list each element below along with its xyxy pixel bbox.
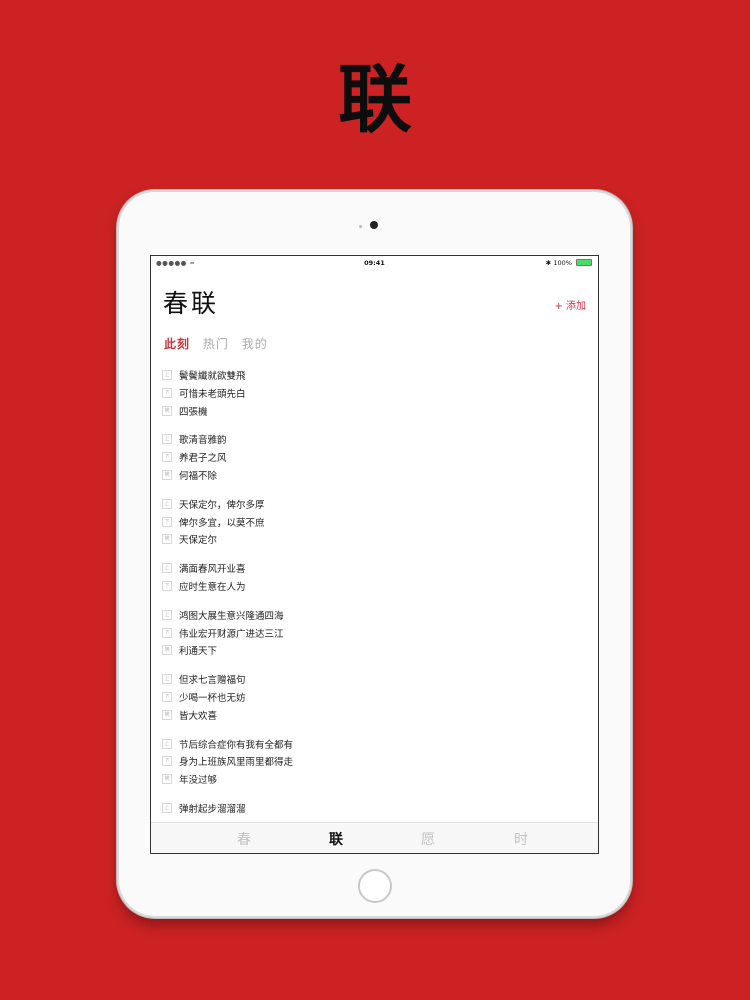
couplet-line: 下养君子之风 bbox=[162, 448, 592, 466]
couplet-line: 上鸿图大展生意兴隆通四海 bbox=[162, 606, 592, 624]
couplet-line-text: 歌清音雅韵 bbox=[179, 435, 227, 447]
line-type-icon: 上 bbox=[162, 674, 172, 685]
line-type-icon: 上 bbox=[162, 738, 172, 749]
line-type-icon: 横 bbox=[162, 405, 172, 416]
couplet-line-text: 应时生意在人为 bbox=[179, 581, 246, 593]
battery-percent: 100% bbox=[553, 259, 572, 267]
couplet-group[interactable]: 上弹射起步溜溜溜 bbox=[162, 799, 592, 817]
hero-character: 联 bbox=[338, 57, 412, 143]
status-right: ✱ 100% bbox=[546, 259, 592, 267]
battery-icon bbox=[576, 259, 592, 266]
couplet-line: 上满面春风开业喜 bbox=[162, 559, 592, 577]
line-type-icon: 上 bbox=[162, 609, 172, 620]
couplet-line: 上但求七言赠福句 bbox=[162, 670, 592, 688]
couplet-line-text: 年没过够 bbox=[179, 775, 218, 787]
line-type-icon: 下 bbox=[162, 756, 172, 767]
home-button[interactable] bbox=[358, 869, 392, 903]
line-type-icon: 下 bbox=[162, 452, 172, 463]
couplet-line: 上节后综合症你有我有全都有 bbox=[162, 735, 592, 753]
couplet-line-text: 俾尔多宜，以莫不庶 bbox=[179, 517, 265, 529]
couplet-line-text: 伟业宏开财源广进达三江 bbox=[179, 628, 284, 640]
line-type-icon: 横 bbox=[162, 534, 172, 545]
status-bar: ●●●●● ≈ 09:41 ✱ 100% bbox=[151, 256, 598, 270]
line-type-icon: 下 bbox=[162, 387, 172, 398]
couplet-line-text: 何福不除 bbox=[179, 470, 218, 482]
couplet-group[interactable]: 上节后综合症你有我有全都有下身为上班族风里雨里都得走横年没过够 bbox=[162, 735, 592, 788]
line-type-icon: 横 bbox=[162, 645, 172, 656]
couplet-list: 上鬢鬢纖就欲雙飛下可惜未老頭先白横四張機上歌清音雅韵下养君子之风横何福不除上天保… bbox=[162, 366, 592, 828]
couplet-line: 上歌清音雅韵 bbox=[162, 430, 592, 448]
couplet-line: 横四張機 bbox=[162, 402, 592, 420]
line-type-icon: 上 bbox=[162, 802, 172, 813]
couplet-line-text: 利通天下 bbox=[179, 646, 218, 658]
line-type-icon: 下 bbox=[162, 627, 172, 638]
line-type-icon: 横 bbox=[162, 709, 172, 720]
couplet-line: 下俾尔多宜，以莫不庶 bbox=[162, 513, 592, 531]
couplet-line-text: 弹射起步溜溜溜 bbox=[179, 803, 246, 815]
line-type-icon: 下 bbox=[162, 516, 172, 527]
ipad-device-frame: ●●●●● ≈ 09:41 ✱ 100% 春联 + 添加 此刻 热门 我的 上鬢… bbox=[119, 192, 630, 916]
couplet-line: 上鬢鬢纖就欲雙飛 bbox=[162, 366, 592, 384]
couplet-group[interactable]: 上但求七言赠福句下少喝一杯也无妨横皆大欢喜 bbox=[162, 670, 592, 723]
couplet-line: 横利通天下 bbox=[162, 641, 592, 659]
app-screen: ●●●●● ≈ 09:41 ✱ 100% 春联 + 添加 此刻 热门 我的 上鬢… bbox=[150, 255, 599, 854]
line-type-icon: 横 bbox=[162, 469, 172, 480]
couplet-line: 横天保定尔 bbox=[162, 530, 592, 548]
couplet-line-text: 少喝一杯也无妨 bbox=[179, 692, 246, 704]
line-type-icon: 横 bbox=[162, 774, 172, 785]
couplet-line-text: 可惜未老頭先白 bbox=[179, 388, 246, 400]
tab-mine[interactable]: 我的 bbox=[242, 335, 268, 352]
couplet-group[interactable]: 上鬢鬢纖就欲雙飛下可惜未老頭先白横四張機 bbox=[162, 366, 592, 419]
tab-now[interactable]: 此刻 bbox=[164, 335, 190, 352]
couplet-line-text: 天保定尔 bbox=[179, 535, 218, 547]
add-button[interactable]: + 添加 bbox=[554, 297, 586, 312]
couplet-line-text: 四張機 bbox=[179, 406, 208, 418]
couplet-line: 上天保定尔，俾尔多厚 bbox=[162, 495, 592, 513]
tabbar-item-time[interactable]: 时 bbox=[506, 829, 536, 849]
couplet-line-text: 养君子之风 bbox=[179, 453, 227, 465]
couplet-line: 横皆大欢喜 bbox=[162, 706, 592, 724]
couplet-line: 下少喝一杯也无妨 bbox=[162, 688, 592, 706]
couplet-line-text: 鸿图大展生意兴隆通四海 bbox=[179, 610, 284, 622]
couplet-line-text: 天保定尔，俾尔多厚 bbox=[179, 499, 265, 511]
couplet-line-text: 皆大欢喜 bbox=[179, 710, 218, 722]
line-type-icon: 下 bbox=[162, 691, 172, 702]
couplet-line: 下可惜未老頭先白 bbox=[162, 384, 592, 402]
line-type-icon: 下 bbox=[162, 580, 172, 591]
status-time: 09:41 bbox=[364, 259, 385, 267]
line-type-icon: 上 bbox=[162, 370, 172, 380]
couplet-line-text: 满面春风开业喜 bbox=[179, 564, 246, 576]
couplet-line: 下身为上班族风里雨里都得走 bbox=[162, 752, 592, 770]
couplet-group[interactable]: 上天保定尔，俾尔多厚下俾尔多宜，以莫不庶横天保定尔 bbox=[162, 495, 592, 548]
couplet-line-text: 身为上班族风里雨里都得走 bbox=[179, 757, 294, 769]
couplet-line-text: 鬢鬢纖就欲雙飛 bbox=[179, 371, 246, 382]
couplet-line: 下应时生意在人为 bbox=[162, 577, 592, 595]
couplet-line: 横年没过够 bbox=[162, 770, 592, 788]
couplet-group[interactable]: 上满面春风开业喜下应时生意在人为 bbox=[162, 559, 592, 595]
couplet-line: 下伟业宏开财源广进达三江 bbox=[162, 624, 592, 642]
couplet-line: 横何福不除 bbox=[162, 466, 592, 484]
line-type-icon: 上 bbox=[162, 563, 172, 574]
couplet-line: 上弹射起步溜溜溜 bbox=[162, 799, 592, 817]
tabbar-item-spring[interactable]: 春 bbox=[229, 829, 259, 849]
tabbar-item-couplet[interactable]: 联 bbox=[321, 829, 351, 849]
couplet-group[interactable]: 上歌清音雅韵下养君子之风横何福不除 bbox=[162, 430, 592, 483]
couplet-group[interactable]: 上鸿图大展生意兴隆通四海下伟业宏开财源广进达三江横利通天下 bbox=[162, 606, 592, 659]
tabbar-item-wish[interactable]: 愿 bbox=[413, 829, 443, 849]
bluetooth-icon: ✱ bbox=[545, 259, 552, 267]
page-title: 春联 bbox=[163, 289, 220, 318]
couplet-line-text: 节后综合症你有我有全都有 bbox=[179, 739, 294, 751]
segment-tabs: 此刻 热门 我的 bbox=[164, 335, 277, 352]
couplet-line-text: 但求七言赠福句 bbox=[179, 675, 246, 687]
front-camera bbox=[370, 221, 378, 229]
sensor-dot bbox=[359, 225, 362, 228]
tab-popular[interactable]: 热门 bbox=[203, 335, 229, 352]
bottom-tab-bar: 春 联 愿 时 bbox=[151, 822, 598, 853]
line-type-icon: 上 bbox=[162, 498, 172, 509]
line-type-icon: 上 bbox=[162, 434, 172, 445]
